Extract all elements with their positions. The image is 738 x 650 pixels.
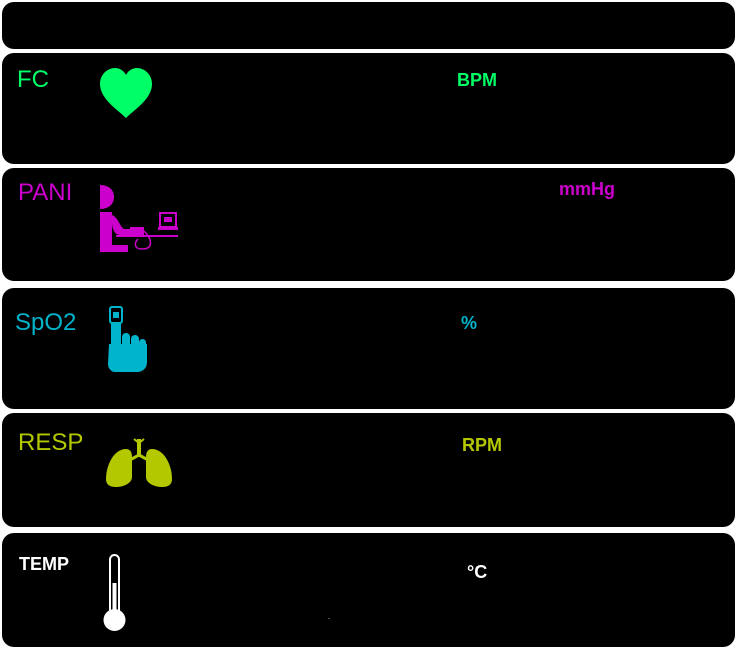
heart-rate-panel: FC BPM bbox=[2, 53, 735, 164]
blood-pressure-label: PANI bbox=[18, 179, 73, 206]
respiration-label: RESP bbox=[18, 429, 84, 456]
header-bar bbox=[2, 2, 735, 49]
temperature-unit: °C bbox=[467, 562, 488, 582]
thermometer-icon bbox=[103, 554, 126, 631]
lungs-icon bbox=[106, 438, 172, 487]
heart-rate-label: FC bbox=[17, 66, 49, 93]
respiration-panel: RESP RPM bbox=[2, 413, 735, 527]
spo2-label: SpO2 bbox=[15, 309, 77, 336]
temperature-label: TEMP bbox=[19, 554, 70, 574]
pixel-dot bbox=[328, 618, 330, 619]
blood-pressure-icon bbox=[100, 185, 178, 252]
heart-icon bbox=[100, 68, 152, 118]
blood-pressure-unit: mmHg bbox=[559, 179, 616, 199]
blood-pressure-panel: PANI mmHg bbox=[2, 168, 735, 281]
temperature-panel: TEMP °C bbox=[2, 533, 735, 647]
respiration-unit: RPM bbox=[462, 435, 502, 455]
finger-pulse-oximeter-icon bbox=[108, 306, 147, 372]
spo2-panel: SpO2 % bbox=[2, 288, 735, 409]
spo2-unit: % bbox=[461, 313, 478, 333]
heart-rate-unit: BPM bbox=[457, 70, 497, 90]
